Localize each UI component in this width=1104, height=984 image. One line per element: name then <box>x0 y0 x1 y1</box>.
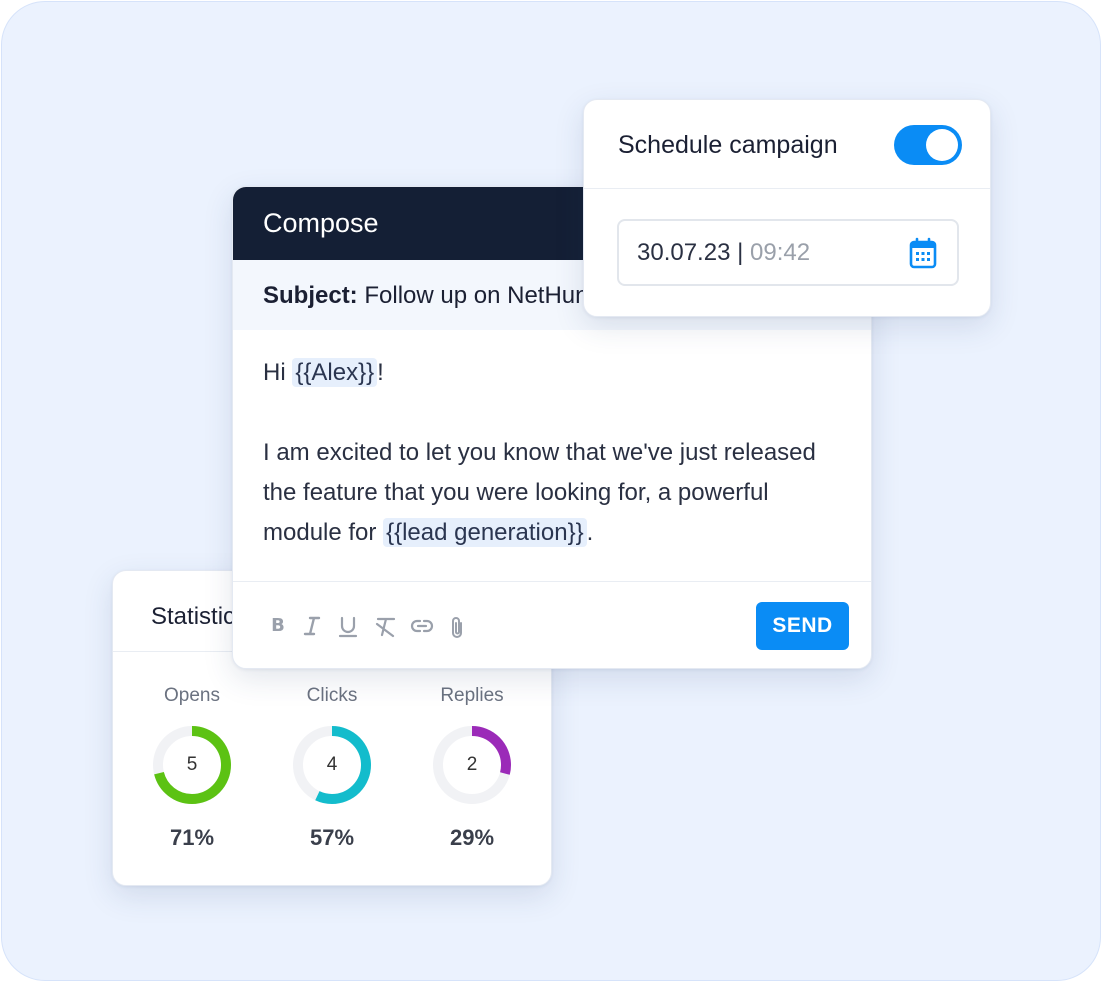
calendar-icon[interactable] <box>909 237 937 274</box>
compose-title: Compose <box>263 208 379 238</box>
bold-icon[interactable]: B <box>265 611 291 641</box>
replies-donut: 2 <box>430 723 514 807</box>
stat-label: Opens <box>164 685 220 706</box>
schedule-toggle[interactable] <box>894 125 962 165</box>
stat-percent: 57% <box>309 825 355 850</box>
divider <box>584 188 990 189</box>
stat-clicks: Clicks 4 57% <box>282 683 382 851</box>
body-end: . <box>586 519 594 546</box>
divider <box>233 581 871 582</box>
time-value: 09:42 <box>750 239 811 266</box>
italic-icon[interactable] <box>299 611 325 641</box>
stat-value: 2 <box>466 754 478 775</box>
datetime-value: 30.07.23 | 09:42 <box>637 239 810 267</box>
stat-percent: 71% <box>169 825 215 850</box>
subject-label: Subject: <box>263 282 358 309</box>
attachment-icon[interactable] <box>445 611 471 641</box>
schedule-title: Schedule campaign <box>618 131 838 159</box>
stat-label: Clicks <box>306 685 358 706</box>
opens-donut: 5 <box>150 723 234 807</box>
clicks-donut: 4 <box>290 723 374 807</box>
date-value: 30.07.23 <box>637 239 731 266</box>
underline-icon[interactable] <box>335 611 361 641</box>
date-separator: | <box>737 239 744 266</box>
feature-variable-tag[interactable]: {{lead generation}} <box>383 518 587 547</box>
greeting-line: Hi {{Alex}}! <box>263 353 853 393</box>
link-icon[interactable] <box>408 611 434 641</box>
body-paragraph: I am excited to let you know that we've … <box>263 433 853 553</box>
subject-value[interactable]: Follow up on NetHunt <box>364 282 595 309</box>
stat-replies: Replies 2 29% <box>422 683 522 851</box>
stat-value: 5 <box>186 754 198 775</box>
schedule-card: Schedule campaign 30.07.23 | 09:42 <box>583 99 991 317</box>
name-variable-tag[interactable]: {{Alex}} <box>292 358 378 387</box>
toggle-knob <box>926 129 958 161</box>
greeting-end: ! <box>377 359 384 386</box>
clear-format-icon[interactable] <box>372 611 398 641</box>
stat-opens: Opens 5 71% <box>142 683 242 851</box>
send-button[interactable]: SEND <box>756 602 849 650</box>
email-body[interactable]: Hi {{Alex}}! I am excited to let you kno… <box>263 353 853 553</box>
stat-value: 4 <box>326 754 338 775</box>
datetime-input[interactable]: 30.07.23 | 09:42 <box>617 219 959 286</box>
stat-label: Replies <box>440 685 504 706</box>
greeting-text: Hi <box>263 359 286 386</box>
subject-line: Subject: Follow up on NetHunt <box>263 282 595 310</box>
stat-percent: 29% <box>449 825 495 850</box>
